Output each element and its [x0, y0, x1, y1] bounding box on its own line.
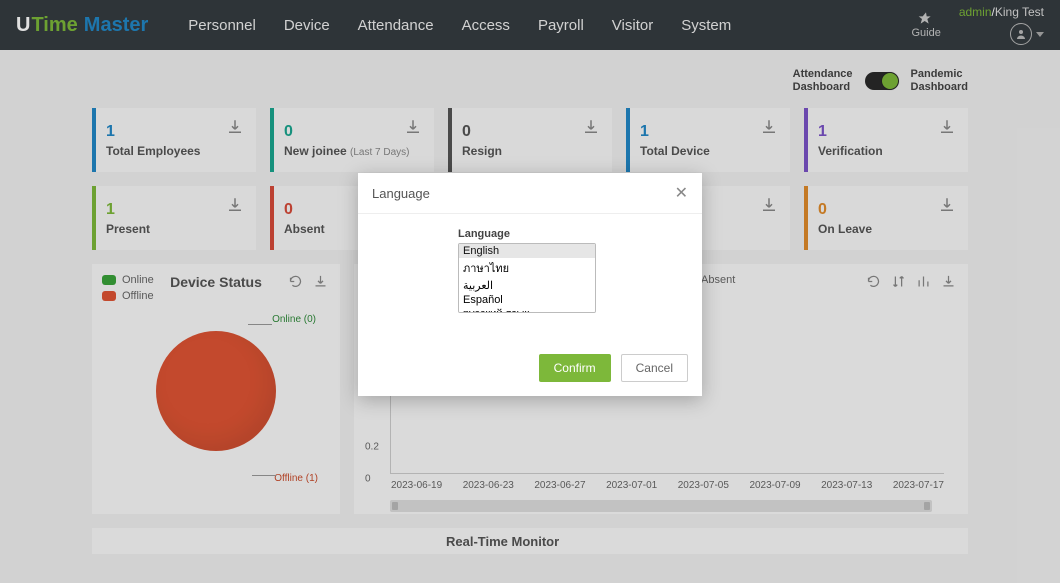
- language-option[interactable]: العربية: [459, 278, 595, 293]
- language-option[interactable]: русский язык: [459, 307, 595, 313]
- cancel-button[interactable]: Cancel: [621, 354, 688, 382]
- close-icon[interactable]: ✕: [675, 183, 688, 203]
- language-modal: Language ✕ Language Englishภาษาไทยالعربي…: [358, 173, 702, 396]
- modal-title: Language: [372, 186, 430, 201]
- language-option[interactable]: ภาษาไทย: [459, 258, 595, 278]
- language-option[interactable]: Español: [459, 293, 595, 307]
- confirm-button[interactable]: Confirm: [539, 354, 611, 382]
- language-select[interactable]: EnglishภาษาไทยالعربيةEspañolрусский язык…: [458, 243, 596, 313]
- language-option[interactable]: English: [459, 244, 595, 258]
- language-field-label: Language: [458, 228, 688, 240]
